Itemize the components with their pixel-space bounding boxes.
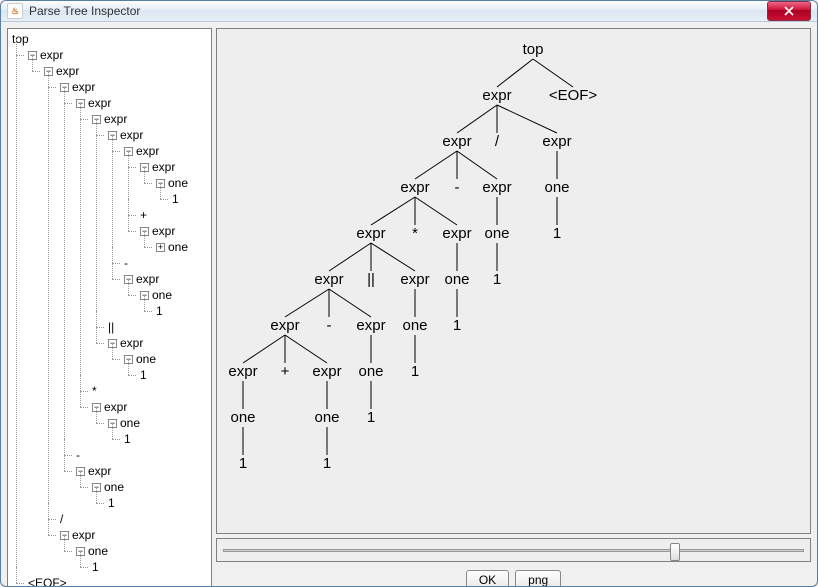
ok-button[interactable]: OK (466, 570, 509, 587)
tree-leaf[interactable]: <EOF> (26, 575, 209, 587)
slider-track[interactable] (223, 549, 804, 552)
diagram-node: expr (270, 317, 299, 334)
tree-item[interactable]: −expr −one 1 (138, 159, 209, 207)
diagram-node: expr (356, 317, 385, 334)
diagram-node: expr (442, 133, 471, 150)
window: ♨ Parse Tree Inspector top −expr −expr −… (0, 0, 818, 587)
diagram-node: 1 (239, 455, 247, 472)
diagram-node: expr (442, 225, 471, 242)
zoom-slider[interactable] (216, 538, 811, 562)
diagram-node: one (444, 271, 469, 288)
tree-item[interactable]: −one 1 (74, 543, 209, 575)
expand-icon[interactable]: + (156, 243, 165, 252)
tree-item[interactable]: −one 1 (90, 479, 209, 511)
diagram-node: 1 (493, 271, 501, 288)
close-icon (784, 6, 794, 16)
diagram-node: expr (482, 87, 511, 104)
titlebar[interactable]: ♨ Parse Tree Inspector (1, 1, 817, 22)
diagram-node: 1 (411, 363, 419, 380)
diagram-node: expr (312, 363, 341, 380)
tree-item[interactable]: −expr −one 1 (122, 271, 209, 319)
tree-item[interactable]: −expr −expr −expr (106, 127, 209, 319)
right-panel: top expr <EOF> expr / expr expr - expr o… (216, 28, 811, 587)
tree-item[interactable]: −expr −expr −expr (74, 95, 209, 447)
tree-leaf[interactable]: 1 (170, 191, 209, 207)
diagram-node: one (484, 225, 509, 242)
diagram-node: one (230, 409, 255, 426)
diagram-node: 1 (367, 409, 375, 426)
diagram-node: 1 (323, 455, 331, 472)
diagram-node: one (544, 179, 569, 196)
diagram-node: expr (314, 271, 343, 288)
tree-leaf[interactable]: 1 (138, 367, 209, 383)
tree-item[interactable]: −one 1 (154, 175, 209, 207)
tree-leaf[interactable]: 1 (122, 431, 209, 447)
diagram-node: - (327, 317, 332, 334)
diagram-node: one (358, 363, 383, 380)
button-bar: OK png (216, 566, 811, 587)
tree-leaf[interactable]: 1 (154, 303, 209, 319)
java-icon: ♨ (7, 3, 23, 19)
tree-item[interactable]: −one 1 (138, 287, 209, 319)
tree-leaf[interactable]: - (74, 447, 209, 463)
slider-thumb[interactable] (670, 543, 680, 561)
tree-panel[interactable]: top −expr −expr −expr −expr (7, 28, 212, 587)
tree-leaf[interactable]: * (90, 383, 209, 399)
tree-root[interactable]: top −expr −expr −expr −expr (10, 31, 209, 587)
tree-item[interactable]: −expr −expr −one (122, 143, 209, 255)
tree-leaf[interactable]: || (106, 319, 209, 335)
tree-item[interactable]: −expr −one 1 (58, 527, 209, 575)
diagram-node: 1 (553, 225, 561, 242)
tree-item[interactable]: −one 1 (106, 415, 209, 447)
tree-leaf[interactable]: - (122, 255, 209, 271)
tree-leaf[interactable]: 1 (106, 495, 209, 511)
tree-item[interactable]: +one (154, 239, 209, 255)
diagram-node: expr (400, 271, 429, 288)
diagram-node: expr (482, 179, 511, 196)
diagram-node: || (367, 271, 375, 288)
diagram-node: + (281, 363, 290, 380)
tree-item[interactable]: −one 1 (122, 351, 209, 383)
tree-item[interactable]: −expr −expr −expr −expr −exp (26, 47, 209, 575)
tree-leaf[interactable]: + (138, 207, 209, 223)
content: top −expr −expr −expr −expr (1, 22, 817, 587)
close-button[interactable] (767, 1, 811, 21)
tree-item[interactable]: −expr −one 1 (90, 399, 209, 447)
tree-item[interactable]: −expr −expr −expr −expr (58, 79, 209, 511)
tree-item[interactable]: −expr −one 1 (106, 335, 209, 383)
diagram-node: * (412, 225, 418, 242)
tree-item[interactable]: −expr +one (138, 223, 209, 255)
tree-item[interactable]: −expr −expr −expr (90, 111, 209, 383)
png-button[interactable]: png (515, 570, 561, 587)
tree-item[interactable]: −expr −expr −expr −expr (42, 63, 209, 575)
diagram-node: expr (542, 133, 571, 150)
window-title: Parse Tree Inspector (29, 4, 767, 18)
diagram-node: - (455, 179, 460, 196)
diagram-node: / (495, 133, 499, 150)
tree-leaf[interactable]: 1 (90, 559, 209, 575)
tree-item[interactable]: −expr −one 1 (74, 463, 209, 511)
diagram-node: expr (356, 225, 385, 242)
diagram-node: expr (228, 363, 257, 380)
diagram-lines (217, 29, 810, 533)
diagram-node: 1 (453, 317, 461, 334)
tree-leaf[interactable]: / (58, 511, 209, 527)
diagram-node: expr (400, 179, 429, 196)
diagram-node: one (314, 409, 339, 426)
diagram-node: top (523, 41, 544, 58)
diagram-canvas[interactable]: top expr <EOF> expr / expr expr - expr o… (216, 28, 811, 534)
diagram-node: one (402, 317, 427, 334)
diagram-node: <EOF> (549, 87, 597, 104)
